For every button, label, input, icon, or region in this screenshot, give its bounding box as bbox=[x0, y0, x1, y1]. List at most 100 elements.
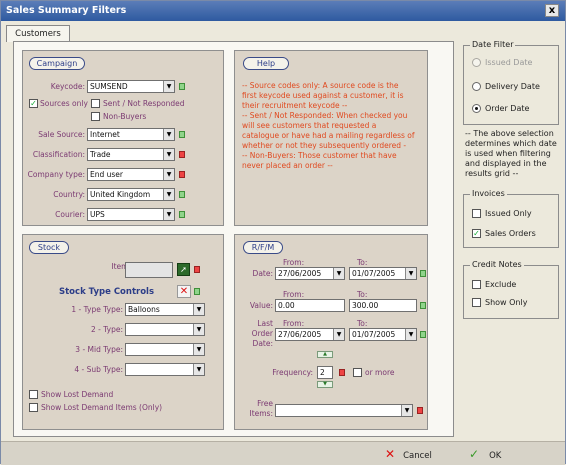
last-order-label-line1: Last bbox=[257, 319, 273, 328]
invoices-title: Invoices bbox=[470, 189, 507, 198]
chevron-down-icon: ▼ bbox=[163, 81, 174, 92]
order-date-radio[interactable] bbox=[472, 104, 481, 113]
show-only-label: Show Only bbox=[485, 298, 528, 307]
cancel-button[interactable]: ✕ Cancel bbox=[385, 445, 445, 463]
country-indicator-icon bbox=[179, 191, 185, 198]
classification-dropdown[interactable]: Trade ▼ bbox=[87, 148, 175, 161]
country-label: Country: bbox=[53, 190, 85, 199]
help-panel: Help -- Source codes only: A source code… bbox=[234, 50, 428, 226]
order-date-label: Order Date bbox=[485, 104, 530, 113]
value-from-input[interactable]: 0.00 bbox=[275, 299, 345, 312]
country-dropdown[interactable]: United Kingdom ▼ bbox=[87, 188, 175, 201]
invoices-group: Invoices Issued Only ✓ Sales Orders bbox=[463, 189, 559, 248]
show-lost-demand-only-checkbox[interactable] bbox=[29, 403, 38, 412]
type1-dropdown[interactable]: Balloons ▼ bbox=[125, 303, 205, 316]
type3-dropdown[interactable]: ▼ bbox=[125, 343, 205, 356]
courier-indicator-icon bbox=[179, 211, 185, 218]
last-order-from-picker[interactable]: 27/06/2005 ▼ bbox=[275, 328, 345, 341]
company-type-dropdown[interactable]: End user ▼ bbox=[87, 168, 175, 181]
chevron-down-icon: ▼ bbox=[163, 189, 174, 200]
show-lost-demand-checkbox[interactable] bbox=[29, 390, 38, 399]
campaign-panel: Campaign Keycode: SUMSEND ▼ ✓ Sources onl… bbox=[22, 50, 224, 226]
sales-orders-checkbox[interactable]: ✓ bbox=[472, 229, 481, 238]
ok-button[interactable]: ✓ OK bbox=[469, 445, 519, 463]
customers-tab-panel: Campaign Keycode: SUMSEND ▼ ✓ Sources onl… bbox=[13, 41, 454, 437]
cancel-label: Cancel bbox=[403, 451, 432, 461]
keycode-label: Keycode: bbox=[50, 82, 85, 91]
stock-panel: Stock Item: ➚ Stock Type Controls ✕ 1 - … bbox=[22, 234, 224, 430]
last-to-label: To: bbox=[357, 319, 368, 328]
item-input[interactable] bbox=[125, 262, 173, 278]
non-buyers-checkbox[interactable] bbox=[91, 112, 100, 121]
frequency-input[interactable]: 2 bbox=[317, 366, 333, 379]
exclude-label: Exclude bbox=[485, 280, 517, 289]
footer-bar: ✕ Cancel ✓ OK bbox=[1, 441, 565, 465]
classification-indicator-icon bbox=[179, 151, 185, 158]
free-items-label-line2: Items: bbox=[249, 409, 273, 418]
sale-source-indicator-icon bbox=[179, 131, 185, 138]
issued-date-radio[interactable] bbox=[472, 58, 481, 67]
checkmark-icon: ✓ bbox=[469, 447, 480, 461]
date-filter-group: Date Filter Issued Date Delivery Date Or… bbox=[463, 40, 559, 125]
issued-date-label: Issued Date bbox=[485, 58, 533, 67]
help-line-non-buyers: -- Non-Buyers: Those customer that have … bbox=[242, 151, 397, 170]
tab-customers[interactable]: Customers bbox=[6, 25, 70, 42]
credit-notes-group: Credit Notes Exclude Show Only bbox=[463, 260, 559, 319]
free-items-dropdown[interactable]: ▼ bbox=[275, 404, 413, 417]
or-more-checkbox[interactable] bbox=[353, 368, 362, 377]
show-lost-demand-only-label: Show Lost Demand Items (Only) bbox=[41, 403, 163, 412]
date-filter-title: Date Filter bbox=[470, 40, 516, 49]
date-to-picker[interactable]: 01/07/2005 ▼ bbox=[349, 267, 417, 280]
date-to-value: 01/07/2005 bbox=[352, 269, 396, 278]
last-order-to-value: 01/07/2005 bbox=[352, 330, 396, 339]
item-lookup-icon[interactable]: ➚ bbox=[177, 263, 190, 276]
window-title: Sales Summary Filters bbox=[6, 5, 127, 16]
last-order-to-picker[interactable]: 01/07/2005 ▼ bbox=[349, 328, 417, 341]
classification-value: Trade bbox=[90, 150, 111, 159]
keycode-indicator-icon bbox=[179, 83, 185, 90]
type2-dropdown[interactable]: ▼ bbox=[125, 323, 205, 336]
sales-orders-label: Sales Orders bbox=[485, 229, 536, 238]
non-buyers-label: Non-Buyers bbox=[103, 112, 147, 121]
issued-only-checkbox[interactable] bbox=[472, 209, 481, 218]
help-text: -- Source codes only: A source code is t… bbox=[242, 81, 415, 171]
clear-stock-controls-icon[interactable]: ✕ bbox=[177, 285, 191, 298]
country-value: United Kingdom bbox=[90, 190, 151, 199]
frequency-down-icon[interactable]: ▼ bbox=[317, 381, 333, 388]
chevron-down-icon: ▼ bbox=[193, 364, 204, 375]
delivery-date-label: Delivery Date bbox=[485, 82, 540, 91]
show-only-checkbox[interactable] bbox=[472, 298, 481, 307]
rfm-title: R/F/M bbox=[243, 241, 283, 254]
chevron-down-icon: ▼ bbox=[163, 169, 174, 180]
date-from-label: From: bbox=[283, 258, 305, 267]
keycode-dropdown[interactable]: SUMSEND ▼ bbox=[87, 80, 175, 93]
date-indicator-icon bbox=[420, 270, 426, 277]
frequency-up-icon[interactable]: ▲ bbox=[317, 351, 333, 358]
sale-source-dropdown[interactable]: Internet ▼ bbox=[87, 128, 175, 141]
date-filter-note: -- The above selection determines which … bbox=[465, 129, 557, 178]
courier-dropdown[interactable]: UPS ▼ bbox=[87, 208, 175, 221]
exclude-checkbox[interactable] bbox=[472, 280, 481, 289]
last-order-indicator-icon bbox=[420, 331, 426, 338]
type1-label: 1 - Type Type: bbox=[71, 305, 123, 314]
sent-not-responded-checkbox[interactable] bbox=[91, 99, 100, 108]
value-indicator-icon bbox=[420, 302, 426, 309]
value-to-input[interactable]: 300.00 bbox=[349, 299, 417, 312]
classification-label: Classification: bbox=[32, 150, 85, 159]
date-from-picker[interactable]: 27/06/2005 ▼ bbox=[275, 267, 345, 280]
sent-not-responded-label: Sent / Not Responded bbox=[103, 99, 185, 108]
keycode-value: SUMSEND bbox=[90, 82, 128, 91]
title-bar: Sales Summary Filters x bbox=[1, 1, 565, 21]
company-type-label: Company type: bbox=[27, 170, 85, 179]
last-from-label: From: bbox=[283, 319, 305, 328]
show-lost-demand-label: Show Lost Demand bbox=[41, 390, 114, 399]
courier-label: Courier: bbox=[55, 210, 85, 219]
type4-dropdown[interactable]: ▼ bbox=[125, 363, 205, 376]
company-type-indicator-icon bbox=[179, 171, 185, 178]
close-button[interactable]: x bbox=[545, 4, 559, 17]
delivery-date-radio[interactable] bbox=[472, 82, 481, 91]
free-items-indicator-icon bbox=[417, 407, 423, 414]
sources-only-checkbox[interactable]: ✓ bbox=[29, 99, 38, 108]
last-order-label-line2: Order bbox=[251, 329, 273, 338]
sources-only-label: Sources only bbox=[40, 99, 88, 108]
